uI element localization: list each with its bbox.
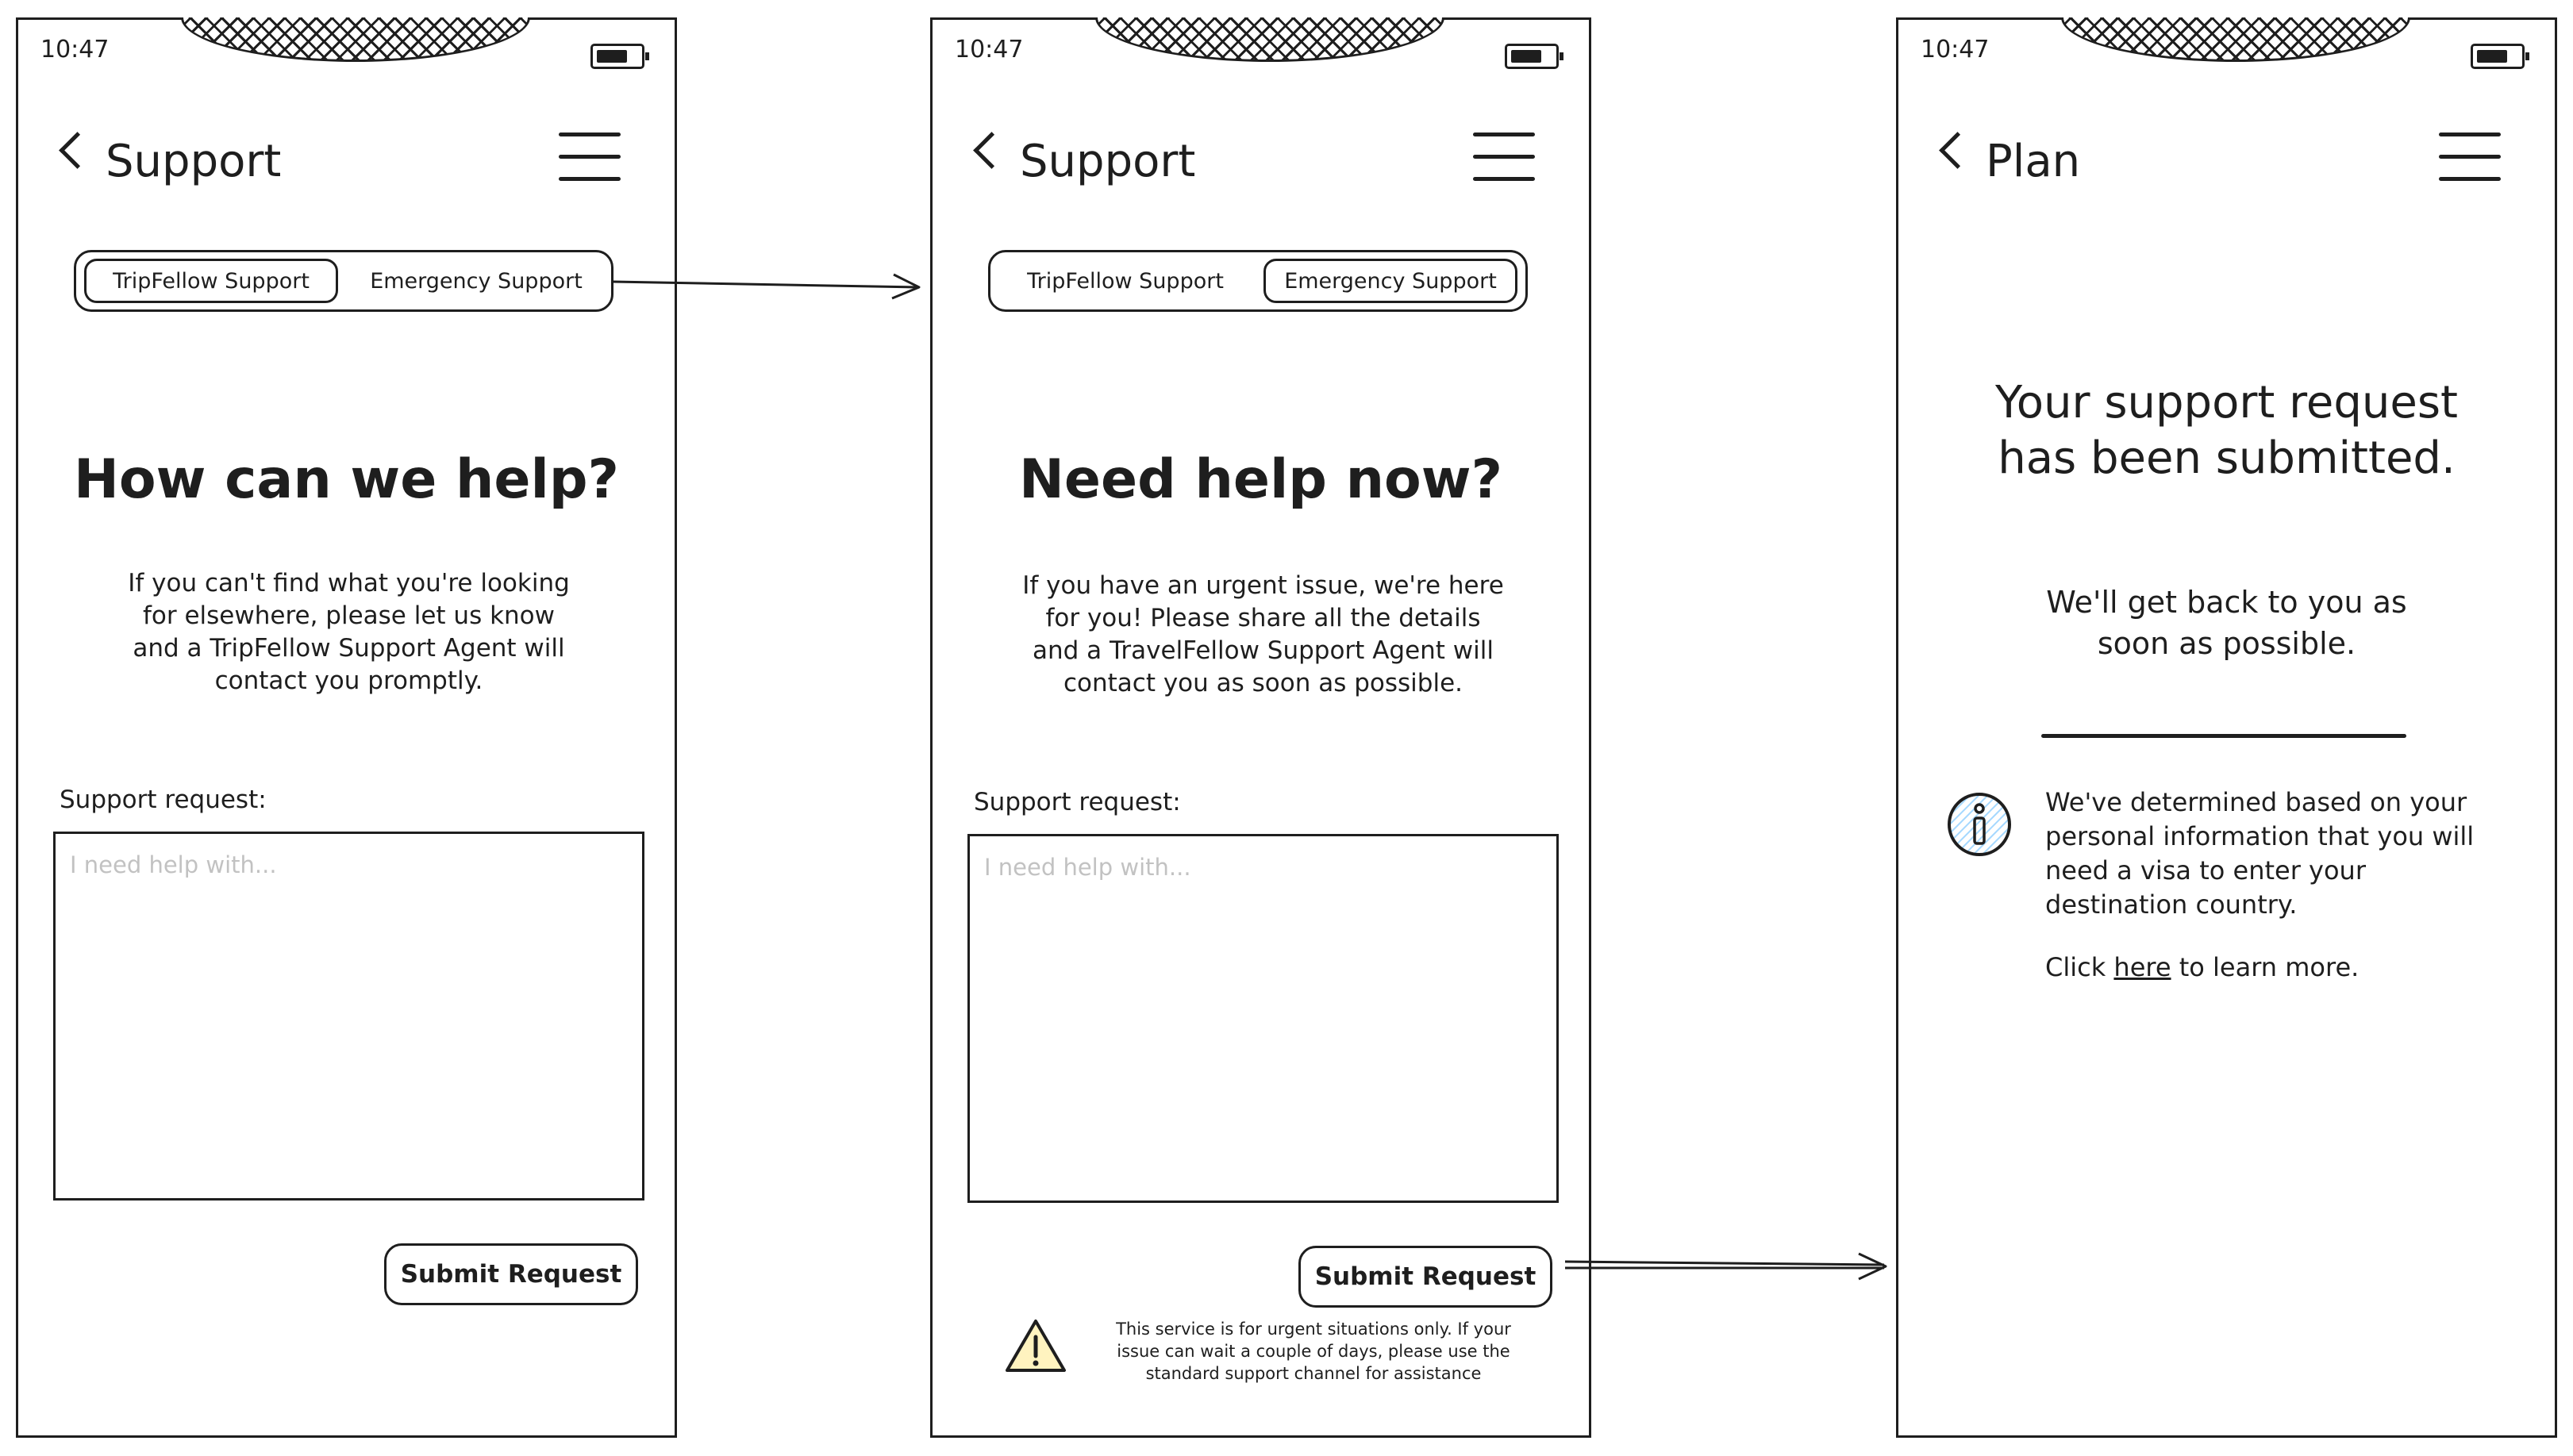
submit-request-button[interactable]: Submit Request [384, 1243, 638, 1305]
learn-more-line: Click here to learn more. [2045, 952, 2360, 982]
page-title: Plan [1986, 136, 2081, 187]
status-time: 10:47 [40, 36, 110, 63]
warning-triangle-icon [1006, 1320, 1066, 1372]
support-request-input[interactable]: I need help with... [967, 834, 1559, 1203]
device-notch [181, 17, 530, 62]
status-time: 10:47 [955, 36, 1024, 63]
info-circle-icon [1948, 793, 2011, 856]
page-title: Support [1020, 136, 1196, 187]
chevron-left-icon[interactable] [59, 132, 96, 169]
input-placeholder: I need help with... [70, 851, 277, 878]
battery-icon [2471, 44, 2529, 69]
status-time: 10:47 [1921, 36, 1990, 63]
intro-text: If you have an urgent issue, we're here … [1022, 571, 1504, 697]
tab-emergency-support[interactable]: Emergency Support [349, 259, 603, 303]
screen-support-emergency: 10:47 Support TripFellow Support Emergen… [930, 17, 1591, 1438]
input-placeholder: I need help with... [984, 854, 1191, 881]
section-divider [2041, 734, 2406, 738]
tab-tripfellow-support[interactable]: TripFellow Support [998, 259, 1252, 303]
confirmation-subtext: We'll get back to you as soon as possibl… [2046, 585, 2407, 661]
visa-info-text: We've determined based on your personal … [2045, 787, 2475, 920]
hamburger-menu-icon[interactable] [1473, 125, 1535, 186]
support-type-toggle: TripFellow Support Emergency Support [988, 250, 1528, 312]
page-heading: Need help now? [1018, 448, 1503, 511]
hamburger-menu-icon[interactable] [2439, 125, 2501, 186]
support-request-label: Support request: [974, 788, 1181, 816]
page-title: Support [106, 136, 282, 187]
urgent-warning-note: This service is for urgent situations on… [1116, 1320, 1511, 1383]
flow-arrow-to-confirmation [1564, 1252, 1887, 1281]
battery-icon [590, 44, 649, 69]
support-request-label: Support request: [60, 786, 267, 814]
support-request-input[interactable]: I need help with... [53, 832, 644, 1201]
flow-arrow-to-emergency [612, 273, 921, 300]
confirmation-heading: Your support request has been submitted. [1994, 377, 2459, 484]
tab-tripfellow-support[interactable]: TripFellow Support [84, 259, 338, 303]
submit-request-button[interactable]: Submit Request [1298, 1246, 1552, 1308]
screen-plan-confirmation: 10:47 Plan Your support request has been… [1896, 17, 2557, 1438]
support-type-toggle: TripFellow Support Emergency Support [74, 250, 613, 312]
device-notch [1095, 17, 1444, 62]
tab-emergency-support[interactable]: Emergency Support [1263, 259, 1517, 303]
battery-icon [1505, 44, 1563, 69]
device-notch [2061, 17, 2410, 62]
page-heading: How can we help? [74, 448, 619, 511]
chevron-left-icon[interactable] [973, 132, 1010, 169]
hamburger-menu-icon[interactable] [559, 125, 621, 186]
screen-support-tripfellow: 10:47 Support TripFellow Support Emergen… [16, 17, 677, 1438]
chevron-left-icon[interactable] [1939, 132, 1976, 169]
learn-more-link[interactable]: here [2113, 952, 2171, 982]
intro-text: If you can't find what you're looking fo… [128, 569, 570, 695]
